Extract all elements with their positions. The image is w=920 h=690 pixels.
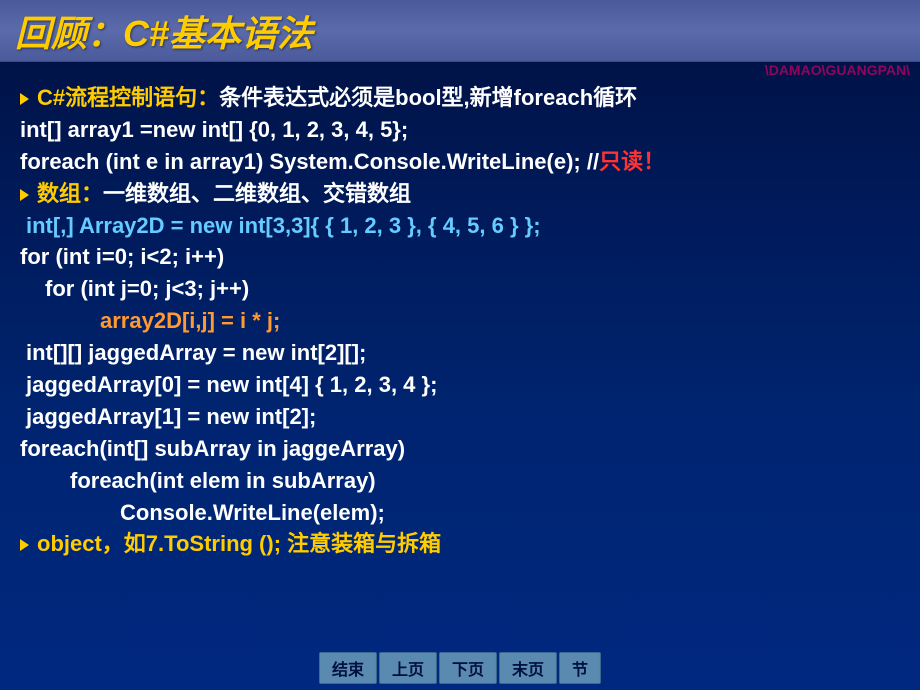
nav-bar: 结束 上页 下页 末页 节 bbox=[318, 652, 602, 684]
code-line-4: for (int i=0; i<2; i++) bbox=[20, 241, 900, 273]
decoration-text: \DAMAO\GUANGPAN\ bbox=[765, 62, 910, 78]
chevron-icon bbox=[20, 539, 29, 551]
code-line-2: foreach (int e in array1) System.Console… bbox=[20, 146, 900, 178]
code-line-12: Console.WriteLine(elem); bbox=[20, 497, 900, 529]
slide-content: C#流程控制语句：条件表达式必须是bool型,新增foreach循环 int[]… bbox=[0, 62, 920, 560]
bullet-3-end: 注意装箱与拆箱 bbox=[287, 531, 441, 556]
section-button[interactable]: 节 bbox=[559, 652, 601, 684]
bullet-2-text: 一维数组、二维数组、交错数组 bbox=[103, 181, 411, 206]
code-line-7: int[][] jaggedArray = new int[2][]; bbox=[20, 337, 900, 369]
bullet-3: object，如7.ToString (); 注意装箱与拆箱 bbox=[20, 528, 900, 560]
code-line-6: array2D[i,j] = i * j; bbox=[20, 305, 900, 337]
code-line-1: int[] array1 =new int[] {0, 1, 2, 3, 4, … bbox=[20, 114, 900, 146]
code-line-9: jaggedArray[1] = new int[2]; bbox=[20, 401, 900, 433]
code-line-3: int[,] Array2D = new int[3,3]{ { 1, 2, 3… bbox=[20, 210, 900, 242]
end-button[interactable]: 结束 bbox=[319, 652, 377, 684]
prev-button[interactable]: 上页 bbox=[379, 652, 437, 684]
bullet-2-prefix: 数组： bbox=[37, 181, 103, 206]
bullet-2: 数组：一维数组、二维数组、交错数组 bbox=[20, 178, 900, 210]
bullet-1: C#流程控制语句：条件表达式必须是bool型,新增foreach循环 bbox=[20, 82, 900, 114]
code-line-5: for (int j=0; j<3; j++) bbox=[20, 273, 900, 305]
last-button[interactable]: 末页 bbox=[499, 652, 557, 684]
readonly-warning: 只读！ bbox=[599, 149, 665, 174]
chevron-icon bbox=[20, 93, 29, 105]
next-button[interactable]: 下页 bbox=[439, 652, 497, 684]
bullet-1-prefix: C#流程控制语句： bbox=[37, 85, 219, 110]
code-line-8: jaggedArray[0] = new int[4] { 1, 2, 3, 4… bbox=[20, 369, 900, 401]
title-bar: 回顾：C#基本语法 bbox=[0, 0, 920, 62]
bullet-3-prefix: object bbox=[37, 531, 102, 556]
bullet-1-text: 条件表达式必须是bool型,新增foreach循环 bbox=[219, 85, 637, 110]
chevron-icon bbox=[20, 189, 29, 201]
bullet-3-mid: ，如7.ToString (); bbox=[102, 531, 281, 556]
code-line-11: foreach(int elem in subArray) bbox=[20, 465, 900, 497]
slide-title: 回顾：C#基本语法 bbox=[15, 5, 313, 57]
code-line-10: foreach(int[] subArray in jaggeArray) bbox=[20, 433, 900, 465]
